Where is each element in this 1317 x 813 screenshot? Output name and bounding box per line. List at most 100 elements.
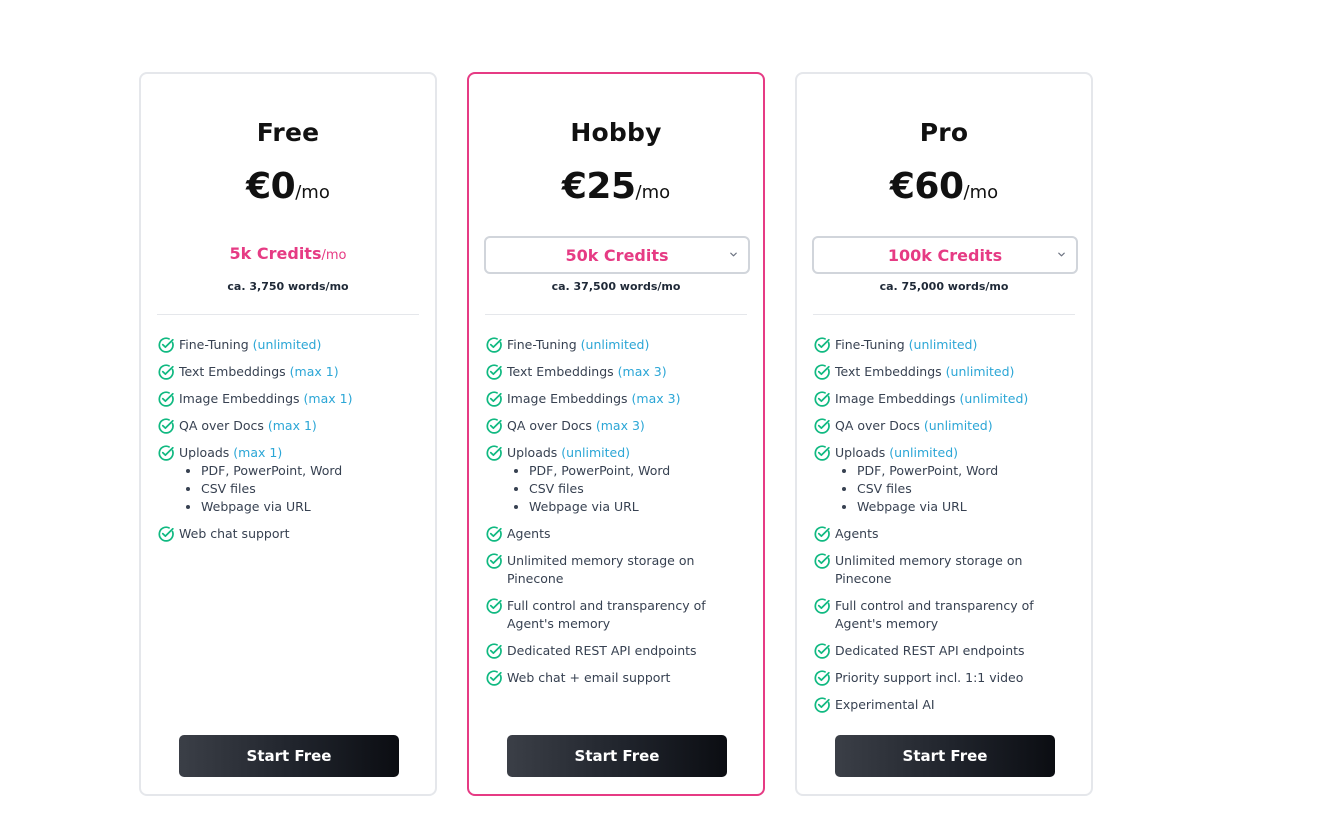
feature-qualifier: (unlimited) [959,391,1029,406]
credits-selected-value: 50k Credits [565,245,669,265]
check-circle-icon [486,418,502,434]
pricing-card-pro: Pro €60/mo 100k Credits ca. 75,000 words… [795,72,1093,796]
feature-qualifier: (max 3) [595,418,645,433]
feature-item: Fine-Tuning (unlimited) [157,336,419,354]
feature-item: Unlimited memory storage on Pinecone [813,552,1075,588]
feature-item: Priority support incl. 1:1 video [813,669,1075,687]
price-amount: €60 [889,166,964,207]
start-free-button[interactable]: Start Free [835,735,1055,777]
pricing-card-hobby: Hobby €25/mo 50k Credits ca. 37,500 word… [467,72,765,796]
start-free-button[interactable]: Start Free [179,735,399,777]
check-circle-icon [814,670,830,686]
feature-text: Uploads (unlimited) [835,444,1075,462]
check-circle-icon [814,598,830,614]
feature-text: Text Embeddings (unlimited) [835,363,1075,381]
plan-price: €60/mo [797,166,1091,207]
feature-text: Priority support incl. 1:1 video [835,669,1075,687]
price-amount: €0 [246,166,296,207]
check-circle-icon [814,643,830,659]
credits-label: 5k Credits/mo [141,244,435,263]
upload-type-item: Webpage via URL [529,498,747,516]
feature-item: Unlimited memory storage on Pinecone [485,552,747,588]
feature-qualifier: (max 3) [631,391,681,406]
feature-label: Fine-Tuning [507,337,577,352]
feature-label: Priority support incl. 1:1 video [835,670,1024,685]
plan-name: Free [256,118,320,147]
feature-text: Text Embeddings (max 1) [179,363,419,381]
feature-item: QA over Docs (unlimited) [813,417,1075,435]
check-circle-icon [486,337,502,353]
check-circle-icon [486,598,502,614]
feature-label: Text Embeddings [507,364,614,379]
check-circle-icon [814,553,830,569]
feature-text: QA over Docs (max 3) [507,417,747,435]
feature-item: Dedicated REST API endpoints [485,642,747,660]
feature-label: Uploads [507,445,558,460]
feature-item: Experimental AI [813,696,1075,714]
feature-text: Uploads (max 1) [179,444,419,462]
upload-type-item: CSV files [201,480,419,498]
feature-text: Image Embeddings (max 3) [507,390,747,408]
feature-item: Text Embeddings (max 3) [485,363,747,381]
feature-label: Unlimited memory storage on Pinecone [507,553,695,586]
feature-text: Web chat + email support [507,669,747,687]
feature-label: Uploads [835,445,886,460]
feature-item: Image Embeddings (max 1) [157,390,419,408]
credits-select[interactable]: 100k Credits [812,236,1078,274]
upload-type-item: PDF, PowerPoint, Word [201,462,419,480]
check-circle-icon [486,364,502,380]
upload-type-item: Webpage via URL [201,498,419,516]
feature-text: Text Embeddings (max 3) [507,363,747,381]
check-circle-icon [814,364,830,380]
feature-label: Text Embeddings [835,364,942,379]
feature-item: Image Embeddings (max 3) [485,390,747,408]
check-circle-icon [486,553,502,569]
feature-item: Fine-Tuning (unlimited) [485,336,747,354]
words-estimate: ca. 37,500 words/mo [551,280,681,293]
feature-qualifier: (unlimited) [908,337,978,352]
feature-qualifier: (max 1) [289,364,339,379]
feature-item: Text Embeddings (max 1) [157,363,419,381]
feature-text: Dedicated REST API endpoints [835,642,1075,660]
feature-text: Unlimited memory storage on Pinecone [835,552,1075,588]
feature-text: Dedicated REST API endpoints [507,642,747,660]
check-circle-icon [158,337,174,353]
feature-text: Image Embeddings (unlimited) [835,390,1075,408]
credits-select[interactable]: 50k Credits [484,236,750,274]
feature-qualifier: (unlimited) [945,364,1015,379]
feature-qualifier: (unlimited) [252,337,322,352]
feature-text: Full control and transparency of Agent's… [507,597,747,633]
chevron-down-icon [1058,252,1065,257]
feature-label: Agents [835,526,879,541]
feature-label: Fine-Tuning [179,337,249,352]
upload-types-list: PDF, PowerPoint, WordCSV filesWebpage vi… [529,462,747,516]
feature-text: Agents [835,525,1075,543]
upload-types-list: PDF, PowerPoint, WordCSV filesWebpage vi… [201,462,419,516]
feature-list: Fine-Tuning (unlimited) Text Embeddings (… [485,336,747,696]
upload-type-item: PDF, PowerPoint, Word [529,462,747,480]
feature-label: Dedicated REST API endpoints [507,643,697,658]
price-period: /mo [963,182,999,203]
plan-price: €25/mo [469,166,763,207]
divider [485,314,747,315]
credits-selected-value: 100k Credits [887,245,1003,265]
feature-item: QA over Docs (max 1) [157,417,419,435]
price-period: /mo [635,182,671,203]
check-circle-icon [814,697,830,713]
check-circle-icon [486,670,502,686]
feature-label: Dedicated REST API endpoints [835,643,1025,658]
check-circle-icon [814,391,830,407]
upload-type-item: CSV files [529,480,747,498]
feature-qualifier: (unlimited) [889,445,959,460]
check-circle-icon [814,445,830,461]
feature-text: Full control and transparency of Agent's… [835,597,1075,633]
feature-qualifier: (max 1) [267,418,317,433]
chevron-down-icon [730,252,737,257]
credits-period: /mo [321,248,347,263]
start-free-button[interactable]: Start Free [507,735,727,777]
check-circle-icon [158,418,174,434]
feature-label: Web chat + email support [507,670,671,685]
feature-text: Image Embeddings (max 1) [179,390,419,408]
feature-qualifier: (unlimited) [561,445,631,460]
feature-item: Web chat + email support [485,669,747,687]
